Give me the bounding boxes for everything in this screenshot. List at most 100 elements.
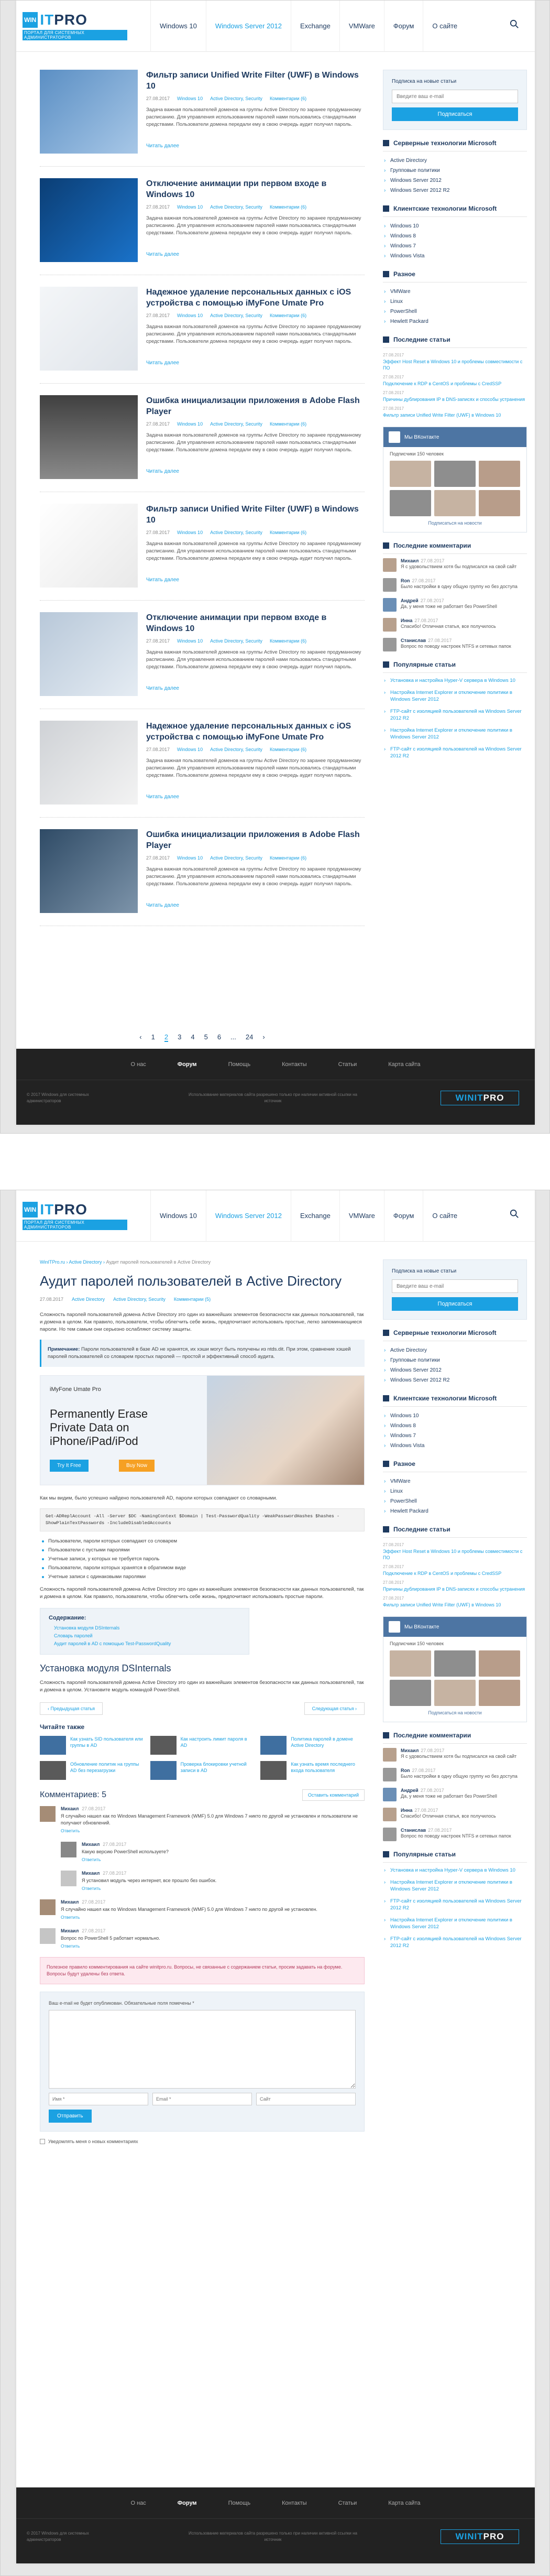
toc-item[interactable]: Аудит паролей в AD с помощью Test-Passwo… — [49, 1640, 240, 1648]
comment-author[interactable]: Михаил — [61, 1928, 79, 1933]
client-tech-item[interactable]: Windows 10 — [383, 1411, 527, 1421]
post-thumbnail[interactable] — [40, 721, 138, 805]
article-comments-link[interactable]: Комментарии (5) — [174, 1297, 211, 1302]
nav-item[interactable]: Windows 10 — [150, 1190, 206, 1242]
post-title[interactable]: Отключение анимации при первом входе в W… — [146, 612, 365, 634]
ad-banner[interactable]: iMyFone Umate Pro Permanently Erase Priv… — [40, 1375, 365, 1485]
pager-prev[interactable]: ‹ — [139, 1033, 141, 1042]
client-tech-item[interactable]: Windows 8 — [383, 1421, 527, 1431]
popular-item[interactable]: FTP-сайт с изоляцией пользователей на Wi… — [383, 1898, 527, 1911]
notify-checkbox[interactable] — [40, 2139, 45, 2144]
misc-item[interactable]: PowerShell — [383, 307, 527, 317]
post-title[interactable]: Ошибка инициализации приложения в Adobe … — [146, 829, 365, 851]
pager-page[interactable]: 5 — [204, 1033, 208, 1042]
post-thumbnail[interactable] — [40, 287, 138, 371]
post-category[interactable]: Windows 10 — [177, 530, 203, 535]
nav-item[interactable]: VMWare — [339, 1190, 384, 1242]
recent-link[interactable]: Подключение к RDP в CentOS и проблемы с … — [383, 1570, 527, 1577]
name-field[interactable] — [49, 2093, 148, 2105]
related-title[interactable]: Как настроить лимит пароля в AD — [181, 1736, 255, 1755]
post-category[interactable]: Windows 10 — [177, 855, 203, 861]
vk-member-avatar[interactable] — [479, 461, 520, 487]
comment-author-name[interactable]: Андрей — [401, 1788, 419, 1793]
server-tech-item[interactable]: Windows Server 2012 — [383, 1365, 527, 1375]
post-category[interactable]: Windows 10 — [177, 638, 203, 644]
logo[interactable]: WIN ITPRO ПОРТАЛ ДЛЯ СИСТЕМНЫХ АДМИНИСТРА… — [23, 12, 135, 41]
breadcrumb-home[interactable]: WinITPro.ru — [40, 1259, 65, 1265]
pager-page[interactable]: 1 — [151, 1033, 155, 1042]
misc-item[interactable]: VMWare — [383, 287, 527, 297]
footer-nav-item[interactable]: О нас — [130, 2500, 146, 2506]
server-tech-item[interactable]: Active Directory — [383, 156, 527, 166]
vk-member-avatar[interactable] — [479, 1650, 520, 1677]
post-category[interactable]: Windows 10 — [177, 421, 203, 427]
subscribe-email-input[interactable] — [392, 90, 518, 103]
popular-item[interactable]: Установка и настройка Hyper-V сервера в … — [383, 677, 527, 684]
next-post-button[interactable]: Следующая статья › — [304, 1702, 365, 1715]
client-tech-item[interactable]: Windows 8 — [383, 231, 527, 241]
vk-member-avatar[interactable] — [479, 1680, 520, 1706]
comment-author[interactable]: Михаил — [61, 1806, 79, 1811]
related-post[interactable]: Обновление политик на группы AD без пере… — [40, 1761, 144, 1780]
vk-member-avatar[interactable] — [434, 1680, 476, 1706]
post-category[interactable]: Windows 10 — [177, 96, 203, 101]
recent-link[interactable]: Эффект Host Reset в Windows 10 и проблем… — [383, 358, 527, 371]
popular-item[interactable]: Настройка Internet Explorer и отключение… — [383, 689, 527, 703]
breadcrumb-category[interactable]: Active Directory — [69, 1259, 102, 1265]
reply-link[interactable]: Ответить — [82, 1886, 216, 1891]
related-title[interactable]: Политика паролей в домене Active Directo… — [291, 1736, 365, 1755]
reply-link[interactable]: Ответить — [61, 1943, 160, 1949]
read-more-link[interactable]: Читать далее — [146, 143, 365, 149]
related-post[interactable]: Как узнать SID пользователя или группы в… — [40, 1736, 144, 1755]
footer-nav-item[interactable]: Статьи — [338, 1061, 357, 1068]
footer-nav-item[interactable]: Карта сайта — [388, 1061, 420, 1068]
post-category[interactable]: Windows 10 — [177, 747, 203, 752]
leave-comment-button[interactable]: Оставить комментарий — [302, 1789, 365, 1801]
post-title[interactable]: Отключение анимации при первом входе в W… — [146, 178, 365, 200]
popular-item[interactable]: FTP-сайт с изоляцией пользователей на Wi… — [383, 1936, 527, 1949]
server-tech-item[interactable]: Windows Server 2012 R2 — [383, 186, 527, 195]
client-tech-item[interactable]: Windows 7 — [383, 1431, 527, 1441]
nav-item[interactable]: Windows Server 2012 — [205, 1, 291, 52]
comment-author[interactable]: Михаил — [82, 1842, 100, 1847]
post-comments-link[interactable]: Комментарии (6) — [270, 638, 306, 644]
reply-link[interactable]: Ответить — [61, 1828, 365, 1833]
post-tags[interactable]: Active Directory, Security — [210, 638, 262, 644]
vk-member-avatar[interactable] — [390, 1680, 431, 1706]
post-category[interactable]: Windows 10 — [177, 313, 203, 318]
post-comments-link[interactable]: Комментарии (6) — [270, 204, 306, 210]
vk-member-avatar[interactable] — [434, 461, 476, 487]
nav-item[interactable]: Windows 10 — [150, 1, 206, 52]
post-tags[interactable]: Active Directory, Security — [210, 747, 262, 752]
notify-checkbox-row[interactable]: Уведомлять меня о новых комментариях — [40, 2139, 365, 2144]
comment-text[interactable]: Я с удовольствием хотя бы подписался на … — [401, 1753, 516, 1759]
subscribe-email-input[interactable] — [392, 1279, 518, 1293]
post-tags[interactable]: Active Directory, Security — [210, 313, 262, 318]
recent-link[interactable]: Причины дублирования IP в DNS-записях и … — [383, 1586, 527, 1592]
read-more-link[interactable]: Читать далее — [146, 903, 365, 908]
comment-text[interactable]: Было настройки в одну общую группу но бе… — [401, 1773, 518, 1779]
post-comments-link[interactable]: Комментарии (6) — [270, 96, 306, 101]
submit-comment-button[interactable]: Отправить — [49, 2110, 92, 2123]
comment-author-name[interactable]: Михаил — [401, 558, 419, 563]
search-icon[interactable] — [510, 1209, 519, 1219]
post-tags[interactable]: Active Directory, Security — [210, 855, 262, 861]
client-tech-item[interactable]: Windows 10 — [383, 221, 527, 231]
post-title[interactable]: Фильтр записи Unified Write Filter (UWF)… — [146, 504, 365, 526]
popular-item[interactable]: Настройка Internet Explorer и отключение… — [383, 1879, 527, 1893]
read-more-link[interactable]: Читать далее — [146, 252, 365, 257]
comment-author[interactable]: Михаил — [61, 1899, 79, 1905]
vk-subscribe-link[interactable]: Подписаться на новости — [390, 520, 520, 526]
footer-nav-item[interactable]: Контакты — [282, 2500, 307, 2506]
site-field[interactable] — [256, 2093, 356, 2105]
footer-nav-item[interactable]: О нас — [130, 1061, 146, 1068]
related-title[interactable]: Обновление политик на группы AD без пере… — [70, 1761, 144, 1780]
footer-nav-item[interactable]: Помощь — [228, 2500, 251, 2506]
server-tech-item[interactable]: Групповые политики — [383, 1355, 527, 1365]
article-tags[interactable]: Active Directory, Security — [113, 1297, 166, 1302]
post-comments-link[interactable]: Комментарии (6) — [270, 421, 306, 427]
misc-item[interactable]: PowerShell — [383, 1496, 527, 1506]
post-thumbnail[interactable] — [40, 612, 138, 696]
toc-item[interactable]: Установка модуля DSInternals — [49, 1624, 240, 1632]
nav-item[interactable]: Exchange — [290, 1190, 339, 1242]
